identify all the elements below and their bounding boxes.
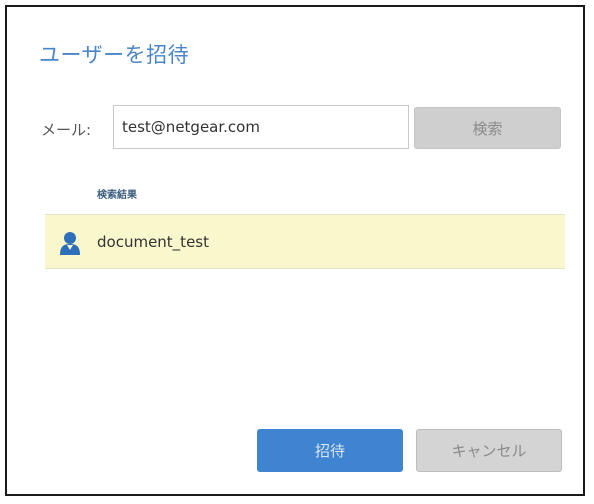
invite-button[interactable]: 招待: [257, 429, 403, 472]
email-field[interactable]: [113, 105, 409, 149]
invite-user-dialog: ユーザーを招待 メール: 検索 検索結果 document_test 招待 キャ…: [5, 5, 585, 496]
search-results-heading: 検索結果: [97, 190, 137, 201]
search-results-list: document_test: [45, 214, 565, 269]
email-label: メール:: [41, 121, 92, 139]
search-button[interactable]: 検索: [414, 107, 561, 149]
result-name: document_test: [97, 233, 209, 251]
list-item[interactable]: document_test: [45, 215, 565, 268]
dialog-title: ユーザーを招待: [39, 43, 190, 67]
user-icon: [60, 232, 80, 255]
cancel-button[interactable]: キャンセル: [416, 429, 562, 472]
